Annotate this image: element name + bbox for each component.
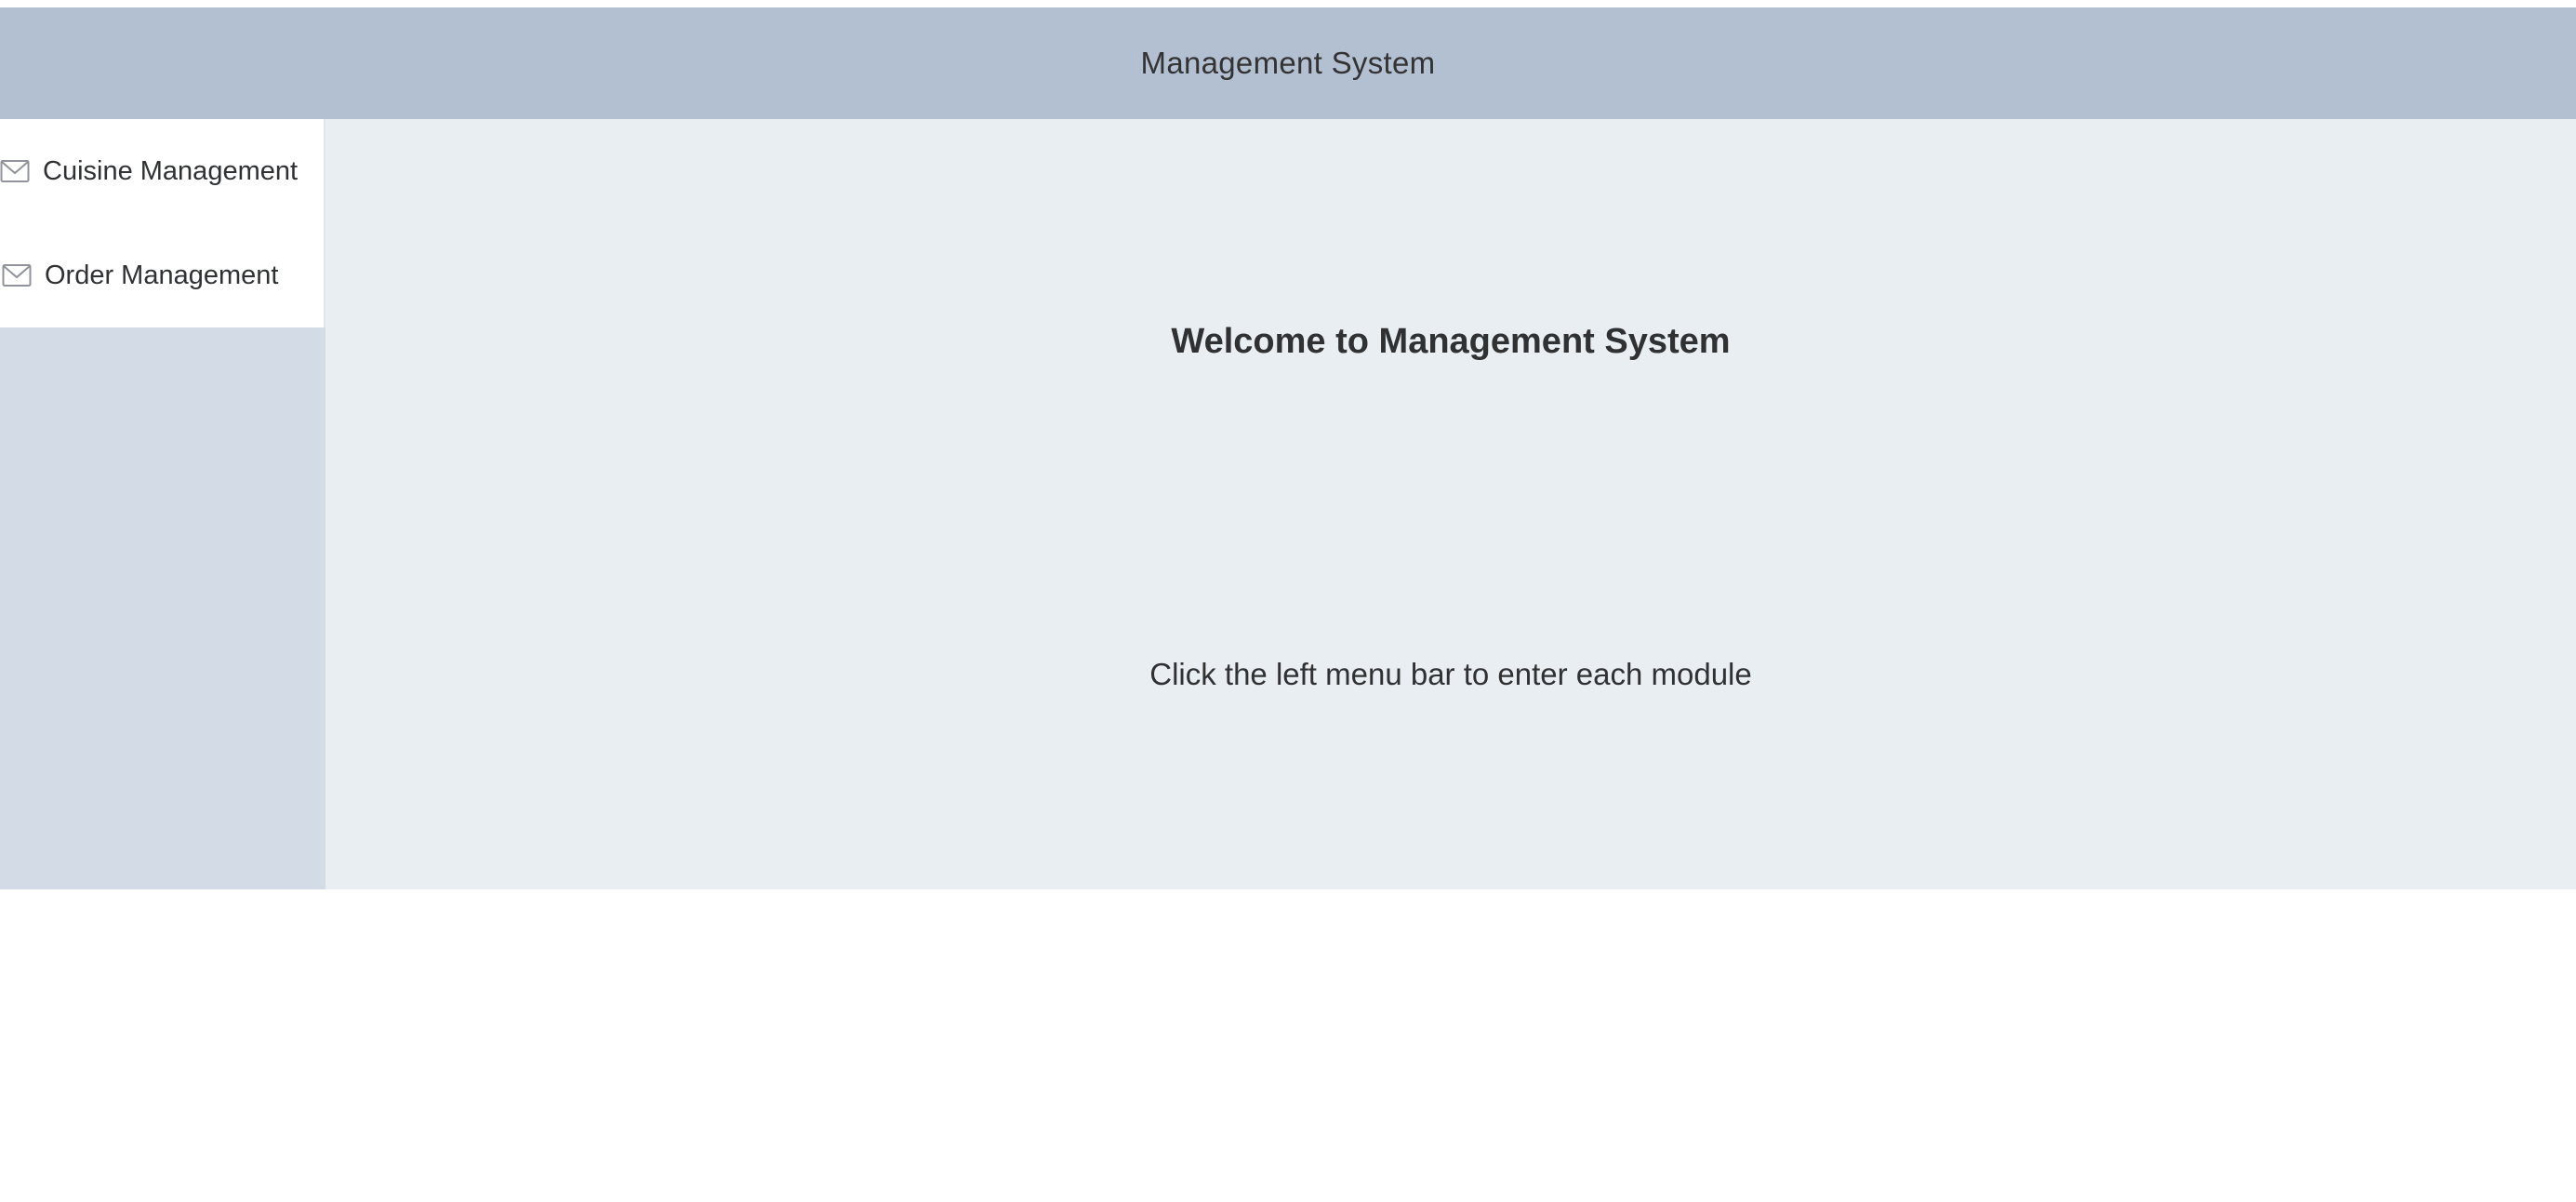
message-icon [2, 260, 32, 290]
sidebar-item-cuisine-management[interactable]: Cuisine Management [0, 119, 324, 223]
message-icon [0, 156, 30, 186]
app-container: Management System Cuisine Management Ord… [0, 0, 2576, 1202]
main-content: Welcome to Management System Click the l… [325, 119, 2576, 889]
welcome-heading: Welcome to Management System [1171, 322, 1731, 361]
app-header: Management System [0, 7, 2576, 119]
sidebar-item-label: Order Management [45, 260, 279, 290]
sidebar: Cuisine Management Order Management [0, 119, 325, 889]
instruction-text: Click the left menu bar to enter each mo… [1149, 657, 1752, 691]
sidebar-item-order-management[interactable]: Order Management [0, 223, 324, 327]
header-title: Management System [1140, 46, 1436, 80]
sidebar-item-label: Cuisine Management [43, 155, 299, 186]
sidebar-menu: Cuisine Management Order Management [0, 119, 325, 327]
